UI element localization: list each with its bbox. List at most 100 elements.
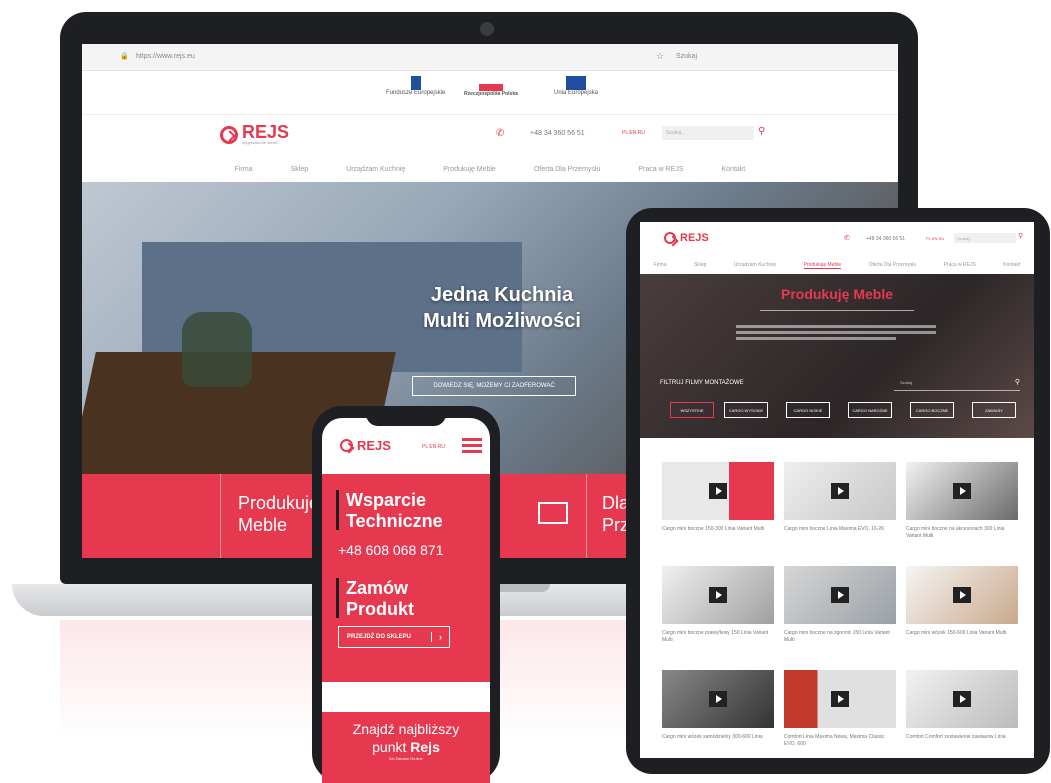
hero-title: Jedna Kuchnia Multi Możliwości [423,284,581,332]
search-icon[interactable]: ⚲ [758,126,765,137]
filter-chip[interactable]: CARGO NISKIE [786,402,830,418]
search-icon[interactable]: ⚲ [1015,378,1020,386]
video-thumbnail[interactable] [784,462,896,520]
video-thumbnail[interactable] [784,566,896,624]
video-caption: Cargo mini boczne 150-300 Linia Variant … [662,526,765,532]
site-header: REJS Wyposażenie Mebli ✆ +48 34 360 56 5… [82,114,898,156]
support-heading: Wsparcie Techniczne [346,490,443,531]
logo-icon [664,232,676,244]
tablet-header: REJS ✆ +48 34 360 56 51 PL EN RU Szukaj.… [640,222,1034,256]
phone-red-section: Wsparcie Techniczne +48 608 068 871 Zamó… [322,474,490,682]
tablet-nav-item[interactable]: Urządzam Kuchnię [734,262,776,268]
browser-search-label[interactable]: Szukaj [676,53,697,60]
play-icon[interactable] [953,587,971,603]
tablet-search-input[interactable]: Szukaj... [954,233,1016,243]
logo-icon [220,126,238,144]
tablet-nav-item[interactable]: Oferta Dla Przemysłu [869,262,917,268]
nav-item-urzadzam-kuchnie[interactable]: Urządzam Kuchnię [346,166,405,173]
eu-flag-icon [566,76,587,90]
filter-chip[interactable]: CARGO NAROŻNE [848,402,892,418]
nav-item-firma[interactable]: Firma [235,166,253,173]
play-icon[interactable] [831,691,849,707]
video-card[interactable]: Cargo mini boczne prawy/lewy 150 Linia V… [662,566,774,652]
play-icon[interactable] [709,587,727,603]
video-card[interactable]: Cargo mini boczne 150-300 Linia Variant … [662,462,774,548]
language-switch[interactable]: PL EN RU [622,130,645,136]
filter-search-input[interactable]: Szukaj ⚲ [894,378,1020,391]
accent-bar [336,490,339,530]
video-thumbnail[interactable] [906,670,1018,728]
video-thumbnail[interactable] [784,670,896,728]
video-thumbnail[interactable] [662,670,774,728]
polish-flag-icon [478,84,503,91]
video-card[interactable]: Cargo mini boczne na zgonnic 150 Linia V… [784,566,896,652]
filter-chip[interactable]: CARGO BOCZNE [910,402,954,418]
video-card[interactable]: Comfort Linia Maxima Nowa, Maxima Classi… [784,670,896,756]
video-thumbnail[interactable] [906,462,1018,520]
filter-chip-active[interactable]: WSZYSTKIE [670,402,714,418]
tablet-screen: REJS ✆ +48 34 360 56 51 PL EN RU Szukaj.… [640,222,1034,758]
play-icon[interactable] [831,483,849,499]
band-divider [220,474,221,558]
star-icon[interactable]: ☆ [656,51,664,62]
video-caption: Comfort Comfort zestawienie zawiasów Lin… [906,734,1006,740]
video-card[interactable]: Cargo mini wózek 150-600 Linia Variant M… [906,566,1018,652]
video-thumbnail[interactable] [662,462,774,520]
video-caption: Cargo mini boczne prawy/lewy 150 Linia V… [662,630,769,643]
nav-item-produkuje-meble[interactable]: Produkuję Meble [443,166,496,173]
nav-item-praca[interactable]: Praca w REJS [638,166,683,173]
band-dla-przemyslu[interactable]: Dla Prz [602,492,629,536]
funding-logos-bar: Fundusze Europejskie Rzeczpospolita Pols… [82,70,898,115]
video-card[interactable]: Comfort Comfort zestawienie zawiasów Lin… [906,670,1018,756]
tablet-header-phone[interactable]: +48 34 360 56 51 [866,236,905,242]
funding-logo-eu: Unia Europejska [554,76,598,108]
phone-icon: ✆ [844,235,850,242]
video-card[interactable]: Cargo mini wózek samodzielny 300-600 Lin… [662,670,774,756]
video-thumbnail[interactable] [906,566,1018,624]
video-card[interactable]: Cargo mini boczne Linia Maxima EVO, 16-2… [784,462,896,548]
header-phone[interactable]: +48 34 360 56 51 [530,130,585,137]
play-icon[interactable] [709,691,727,707]
video-card[interactable]: Cargo mini boczne na akcesoriach 300 Lin… [906,462,1018,548]
play-icon[interactable] [709,483,727,499]
phone-logo[interactable]: REJS [340,438,391,453]
nav-item-sklep[interactable]: Sklep [291,166,309,173]
filter-chip[interactable]: ZAWIASY [972,402,1016,418]
phone-find-section: Znajdź najbliższy punkt Rejs lub Zamów O… [322,712,490,783]
video-thumbnail[interactable] [662,566,774,624]
hamburger-menu-icon[interactable] [462,438,482,454]
find-heading: Znajdź najbliższy punkt Rejs [352,721,460,755]
funding-logo-eu-funds: Fundusze Europejskie [386,76,445,108]
url-text[interactable]: https://www.rejs.eu [136,53,195,60]
shop-button[interactable]: PRZEJDŹ DO SKLEPU › [338,626,450,648]
nav-item-kontakt[interactable]: Kontakt [721,166,745,173]
tablet-nav-item-active[interactable]: Produkuję Meble [803,262,842,269]
play-icon[interactable] [831,587,849,603]
nav-item-oferta[interactable]: Oferta Dla Przemysłu [534,166,601,173]
header-search-input[interactable]: Szukaj... [662,126,754,140]
find-subtext[interactable]: lub Zamów On-line [322,756,490,761]
tablet-nav: Firma Sklep Urządzam Kuchnię Produkuję M… [640,256,1034,275]
play-icon[interactable] [953,691,971,707]
play-icon[interactable] [953,483,971,499]
band-produkuje-meble[interactable]: Produkuję Meble [238,492,319,536]
filter-chip[interactable]: CARGO WYSOKIE [724,402,768,418]
support-phone[interactable]: +48 608 068 871 [338,542,444,558]
tablet-nav-item[interactable]: Sklep [694,262,707,268]
search-icon[interactable]: ⚲ [1018,232,1023,240]
title-divider [760,310,914,311]
tablet-logo[interactable]: REJS [664,232,709,244]
main-nav: Firma Sklep Urządzam Kuchnię Produkuję M… [82,156,898,183]
tablet-language-switch[interactable]: PL EN RU [926,236,944,241]
tablet-nav-item[interactable]: Firma [654,262,667,268]
accent-bar [336,578,339,618]
hero-cta-button[interactable]: DOWIEDZ SIĘ, MOŻEMY CI ZAOFEROWAĆ [412,376,576,396]
tablet-nav-item[interactable]: Kontakt [1003,262,1020,268]
browser-url-bar[interactable]: 🔒 https://www.rejs.eu ☆ Szukaj [82,44,898,71]
video-caption: Comfort Linia Maxima Nowa, Maxima Classi… [784,734,885,747]
tablet-hero-title: Produkuję Meble [780,286,894,302]
eu-funds-icon [410,76,421,90]
tablet-nav-item[interactable]: Praca w REJS [944,262,976,268]
logo[interactable]: REJS Wyposażenie Mebli [220,123,289,146]
phone-language-switch[interactable]: PL EN RU [422,444,445,450]
